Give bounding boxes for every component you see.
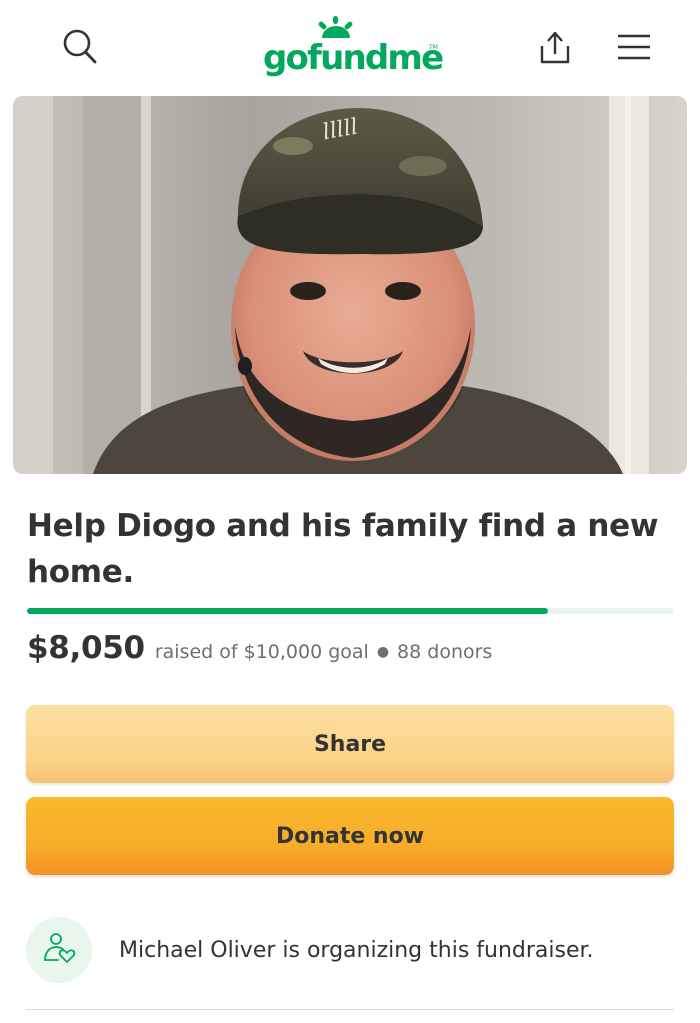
- organizer-row[interactable]: Michael Oliver is organizing this fundra…: [26, 917, 674, 983]
- amount-raised: $8,050: [27, 630, 145, 666]
- donor-count: 88 donors: [397, 641, 493, 663]
- search-button[interactable]: [55, 24, 105, 74]
- search-icon: [62, 28, 98, 70]
- donate-now-button[interactable]: Donate now: [26, 797, 674, 875]
- logo-wordmark: gofundme: [263, 38, 444, 78]
- menu-button[interactable]: [608, 24, 660, 74]
- upload-share-icon: [537, 28, 573, 70]
- goal-text: raised of $10,000 goal: [154, 641, 369, 663]
- separator-dot: ●: [376, 644, 390, 660]
- organizer-avatar: [26, 917, 92, 983]
- organizer-text: Michael Oliver is organizing this fundra…: [119, 937, 594, 963]
- campaign-title: Help Diogo and his family find a new hom…: [27, 508, 659, 590]
- campaign-hero-photo: lllll: [13, 96, 687, 474]
- section-divider: [26, 1009, 674, 1010]
- organizer-heart-icon: [41, 930, 77, 970]
- progress-bar: [27, 608, 674, 614]
- hamburger-menu-icon: [616, 33, 652, 65]
- top-header: gofundme TM: [0, 0, 700, 96]
- header-share-button[interactable]: [530, 24, 580, 74]
- gofundme-logo[interactable]: gofundme TM: [260, 16, 450, 82]
- share-button[interactable]: Share: [26, 705, 674, 783]
- logo-trademark: TM: [429, 44, 438, 51]
- logo-sunrise-icon: [318, 16, 353, 38]
- funding-summary: $8,050 raised of $10,000 goal ● 88 donor…: [27, 630, 492, 670]
- progress-bar-fill: [27, 608, 548, 614]
